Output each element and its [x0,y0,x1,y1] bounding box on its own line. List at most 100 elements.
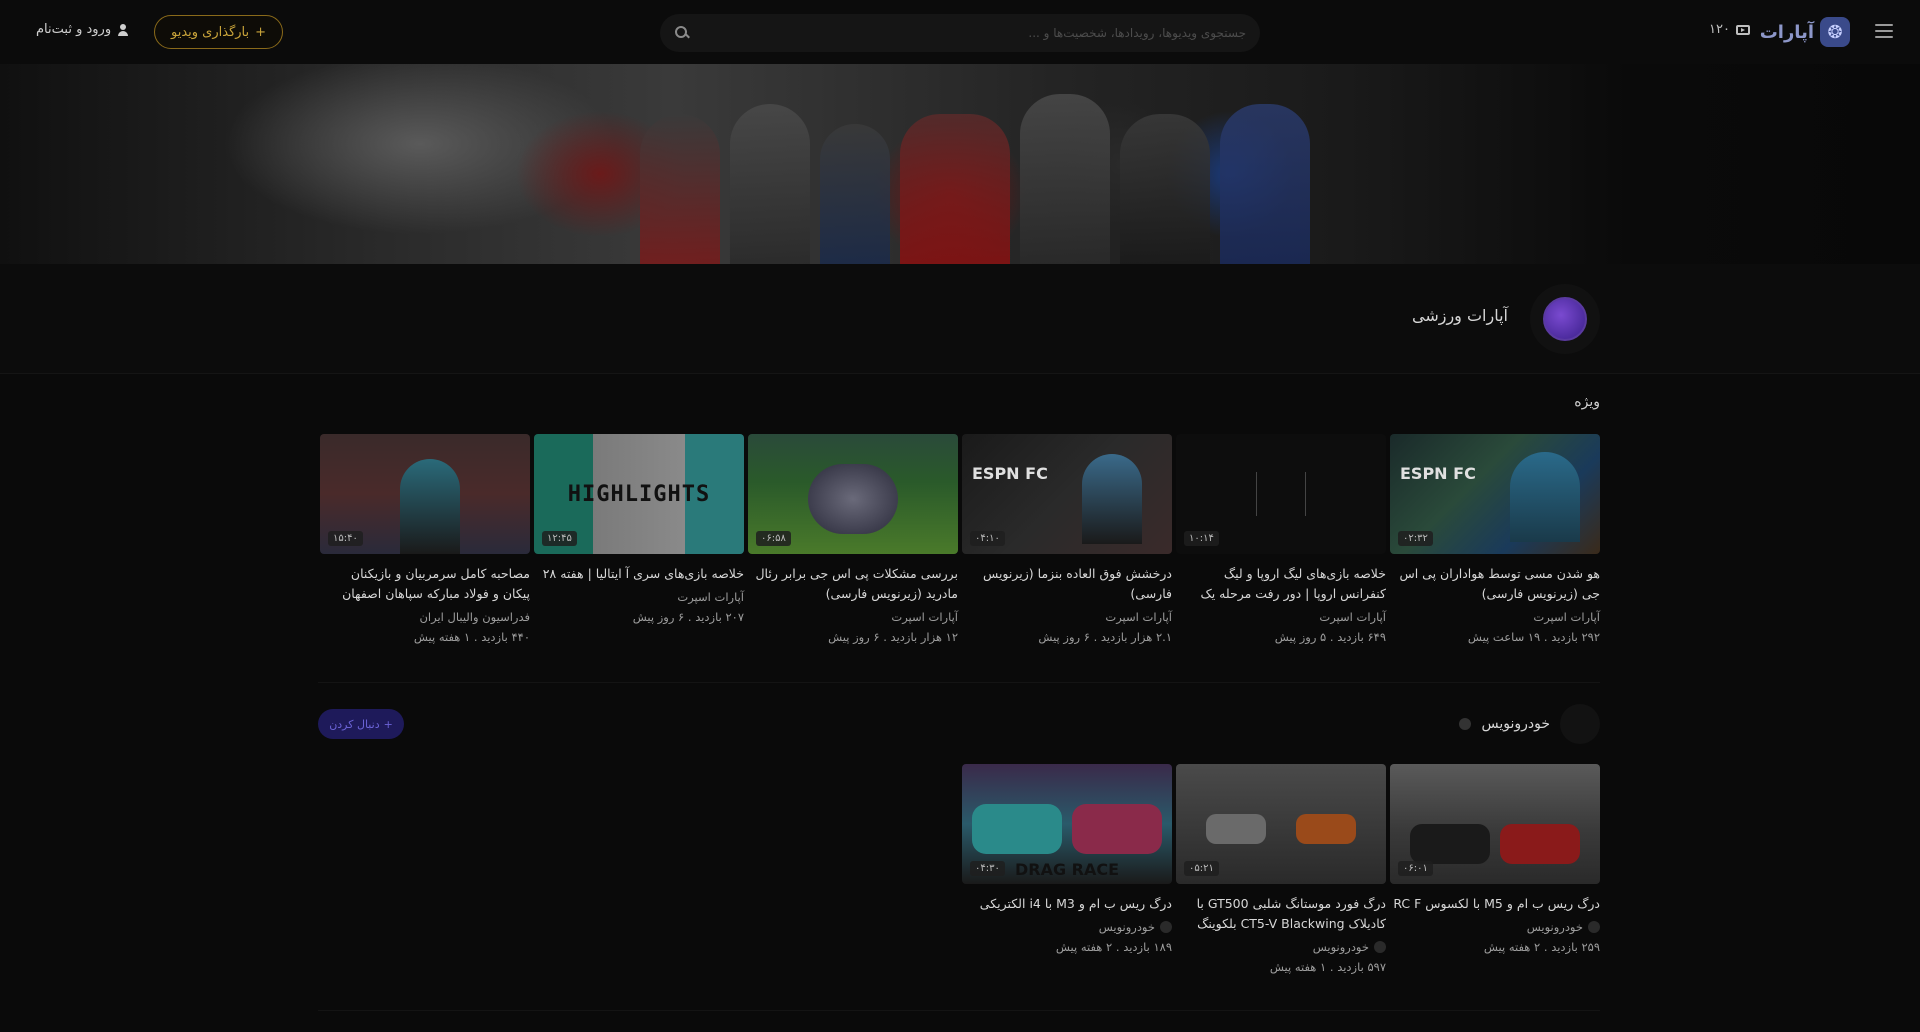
auto-channel-name[interactable]: خودرونویس [1481,716,1550,732]
video-channel[interactable]: خودرونویس [1176,940,1386,954]
video-channel[interactable]: خودرونویس [1390,920,1600,934]
view-count: ۴۴۰ بازدید [481,630,530,644]
view-count: ۲.۱ هزار بازدید [1100,630,1172,644]
video-thumbnail[interactable]: ۰۶:۵۸ [748,434,958,554]
video-title[interactable]: درخشش فوق العاده بنزما (زیرنویس فارسی) [962,564,1172,604]
search-icon[interactable] [674,25,690,41]
follow-label: دنبال کردن [329,717,380,731]
upload-time: ۶ روز پیش [828,630,880,644]
view-count: ۱۸۹ بازدید [1123,940,1172,954]
channel-label: آپارات اسپرت [891,610,958,624]
video-meta: ۴۴۰ بازدید . ۱ هفته پیش [413,630,530,644]
video-card[interactable]: ۰۵:۲۱ درگ فورد موستانگ شلبی GT500 با کاد… [1176,764,1386,974]
live-count: ۱۲۰ [1709,22,1730,37]
live-tv-link[interactable]: ۱۲۰ [1709,22,1750,37]
aparat-logo[interactable]: ❂ آپارات [1760,14,1850,50]
auto-channel-avatar[interactable] [1560,704,1600,744]
video-thumbnail[interactable]: ESPN FC ۰۲:۳۲ [1390,434,1600,554]
tv-icon [1736,24,1750,35]
video-thumbnail[interactable]: ۰۵:۲۱ [1176,764,1386,884]
top-header: ❂ آپارات ۱۲۰ + بارگذاری ویدیو ورود و ثبت… [0,0,1920,64]
video-card[interactable]: ESPN FC ۰۴:۱۰ درخشش فوق العاده بنزما (زی… [962,434,1172,644]
hamburger-menu-icon[interactable] [1872,20,1896,44]
video-thumbnail[interactable]: ۰۶:۰۱ [1390,764,1600,884]
banner-figure [1120,114,1210,264]
video-duration: ۰۲:۳۲ [1398,531,1433,546]
channel-label: آپارات اسپرت [677,590,744,604]
video-title[interactable]: خلاصه بازی‌های لیگ اروپا و لیگ کنفرانس ا… [1176,564,1386,604]
follow-button[interactable]: + دنبال کردن [318,709,404,739]
video-thumbnail[interactable]: DRAG RACE ۰۴:۳۰ [962,764,1172,884]
upload-time: ۱۹ ساعت پیش [1467,630,1541,644]
video-title[interactable]: درگ فورد موستانگ شلبی GT500 با کادیلاک C… [1176,894,1386,934]
featured-section-title: ویژه [1574,394,1600,410]
espn-logo-text: ESPN FC [1400,464,1476,483]
channel-banner [0,64,1920,264]
video-duration: ۰۶:۰۱ [1398,861,1433,876]
upload-time: ۲ هفته پیش [1483,940,1541,954]
view-count: ۲۰۷ بازدید [695,610,744,624]
upload-time: ۲ هفته پیش [1055,940,1113,954]
upload-label: بارگذاری ویدیو [171,24,250,40]
channel-label: خودرونویس [1526,920,1583,934]
channel-label: آپارات اسپرت [1533,610,1600,624]
video-channel[interactable]: آپارات اسپرت [748,610,958,624]
channel-name[interactable]: آپارات ورزشی [1412,306,1508,325]
video-card[interactable]: ۱۵:۴۰ مصاحبه کامل سرمربیان و بازیکنان پی… [320,434,530,644]
aparat-logo-icon: ❂ [1820,17,1850,47]
video-thumbnail[interactable]: ۱۰:۱۴ [1176,434,1386,554]
video-meta: ۱۲ هزار بازدید . ۶ روز پیش [828,630,958,644]
video-card[interactable]: ۱۰:۱۴ خلاصه بازی‌های لیگ اروپا و لیگ کنف… [1176,434,1386,644]
upload-time: ۵ روز پیش [1274,630,1327,644]
banner-figure [1020,94,1110,264]
channel-label: خودرونویس [1098,920,1155,934]
video-title[interactable]: درگ ریس ب ام و M5 با لکسوس RC F [1390,894,1600,914]
video-channel[interactable]: آپارات اسپرت [962,610,1172,624]
league-logos [1256,472,1306,516]
video-thumbnail[interactable]: HIGHLIGHTS ۱۲:۴۵ [534,434,744,554]
video-duration: ۰۶:۵۸ [756,531,791,546]
video-card[interactable]: HIGHLIGHTS ۱۲:۴۵ خلاصه بازی‌های سری آ ای… [534,434,744,644]
video-meta: ۲۵۹ بازدید . ۲ هفته پیش [1483,940,1600,954]
video-channel[interactable]: آپارات اسپرت [1176,610,1386,624]
video-title[interactable]: خلاصه بازی‌های سری آ ایتالیا | هفته ۲۸ [534,564,744,584]
video-title[interactable]: بررسی مشکلات پی اس جی برابر رئال مادرید … [748,564,958,604]
view-count: ۲۹۲ بازدید [1551,630,1600,644]
video-channel[interactable]: آپارات اسپرت [1390,610,1600,624]
video-title[interactable]: درگ ریس ب ام و M3 با i4 الکتریکی [962,894,1172,914]
video-channel[interactable]: فدراسیون والیبال ایران [320,610,530,624]
search-input[interactable] [690,26,1246,40]
user-icon [117,23,129,36]
car-shape [1072,804,1162,854]
video-card[interactable]: ۰۶:۵۸ بررسی مشکلات پی اس جی برابر رئال م… [748,434,958,644]
car-shape [1500,824,1580,864]
logo-text: آپارات [1759,21,1814,43]
car-shape [1296,814,1356,844]
video-card[interactable]: DRAG RACE ۰۴:۳۰ درگ ریس ب ام و M3 با i4 … [962,764,1172,974]
video-meta: ۵۹۷ بازدید . ۱ هفته پیش [1269,960,1386,974]
upload-video-button[interactable]: + بارگذاری ویدیو [154,15,284,49]
login-label: ورود و ثبت‌نام [36,22,112,37]
video-thumbnail[interactable]: ESPN FC ۰۴:۱۰ [962,434,1172,554]
thumb-figure [400,459,460,554]
login-button[interactable]: ورود و ثبت‌نام [36,22,129,37]
video-duration: ۰۴:۱۰ [970,531,1005,546]
video-title[interactable]: مصاحبه کامل سرمربیان و بازیکنان پیکان و … [320,564,530,604]
channel-header: آپارات ورزشی [0,264,1920,374]
channel-avatar[interactable] [1530,284,1600,354]
auto-row: ۰۶:۰۱ درگ ریس ب ام و M5 با لکسوس RC F خو… [962,764,1600,974]
thumb-figure [1082,454,1142,544]
video-title[interactable]: هو شدن مسی توسط هواداران پی اس جی (زیرنو… [1390,564,1600,604]
featured-row: ESPN FC ۰۲:۳۲ هو شدن مسی توسط هواداران پ… [320,434,1600,644]
video-card[interactable]: ۰۶:۰۱ درگ ریس ب ام و M5 با لکسوس RC F خو… [1390,764,1600,974]
video-channel[interactable]: آپارات اسپرت [534,590,744,604]
auto-channel-header[interactable]: خودرونویس [1459,704,1600,744]
video-thumbnail[interactable]: ۱۵:۴۰ [320,434,530,554]
highlights-text: HIGHLIGHTS [567,482,711,507]
video-channel[interactable]: خودرونویس [962,920,1172,934]
channel-avatar-small [1160,921,1172,933]
view-count: ۲۵۹ بازدید [1551,940,1600,954]
video-card[interactable]: ESPN FC ۰۲:۳۲ هو شدن مسی توسط هواداران پ… [1390,434,1600,644]
channel-label: فدراسیون والیبال ایران [419,610,530,624]
video-meta: ۲۹۲ بازدید . ۱۹ ساعت پیش [1467,630,1600,644]
